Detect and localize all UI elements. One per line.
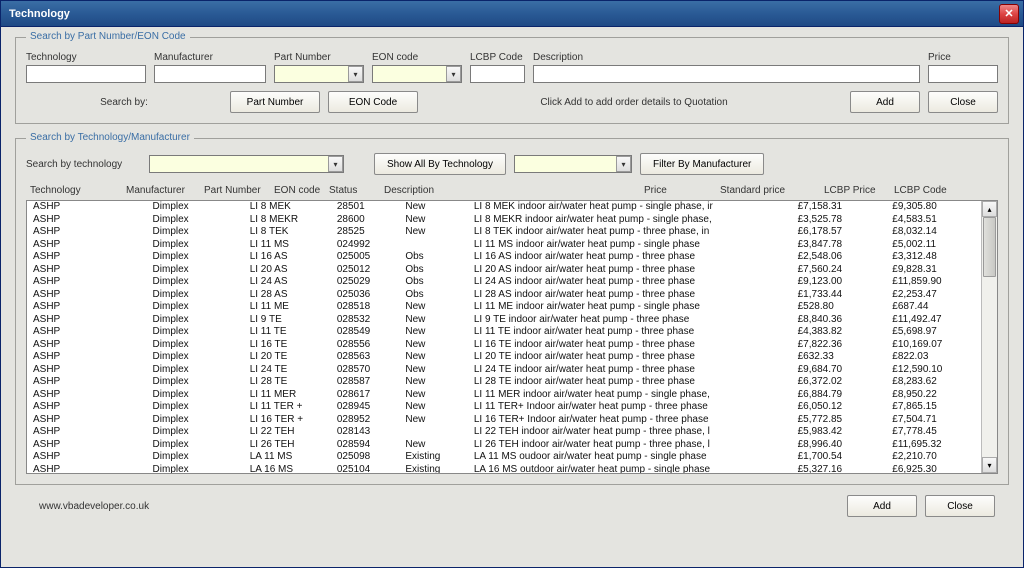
table-row[interactable]: ASHPDimplexLI 24 AS025029ObsLI 24 AS ind…: [27, 276, 981, 289]
chevron-down-icon[interactable]: [446, 66, 461, 82]
lcbpcode-input[interactable]: [470, 65, 525, 83]
table-row[interactable]: ASHPDimplexLI 28 TE028587NewLI 28 TE ind…: [27, 376, 981, 389]
table-row[interactable]: ASHPDimplexLA 11 MS025098ExistingLA 11 M…: [27, 451, 981, 464]
searchby-label: Search by:: [100, 97, 148, 108]
description-input[interactable]: [533, 65, 920, 83]
table-row[interactable]: ASHPDimplexLI 8 MEKR28600NewLI 8 MEKR in…: [27, 214, 981, 227]
table-row[interactable]: ASHPDimplexLI 11 TE028549NewLI 11 TE ind…: [27, 326, 981, 339]
table-row[interactable]: ASHPDimplexLI 22 TEH028143LI 22 TEH indo…: [27, 426, 981, 439]
table-row[interactable]: ASHPDimplexLI 11 MER028617NewLI 11 MER i…: [27, 389, 981, 402]
table-row[interactable]: ASHPDimplexLI 8 TEK28525NewLI 8 TEK indo…: [27, 226, 981, 239]
table-row[interactable]: ASHPDimplexLI 20 AS025012ObsLI 20 AS ind…: [27, 264, 981, 277]
search-partnumber-button[interactable]: Part Number: [230, 91, 320, 113]
searchbytech-label: Search by technology: [26, 159, 141, 170]
partnumber-label: Part Number: [274, 52, 364, 63]
description-label: Description: [533, 52, 920, 63]
col-status: Status: [329, 185, 384, 196]
technology-window: Technology ✕ Search by Part Number/EON C…: [0, 0, 1024, 568]
col-partnumber: Part Number: [204, 185, 274, 196]
technology-combo[interactable]: [149, 155, 344, 173]
search-part-eon-group: Search by Part Number/EON Code Technolog…: [15, 37, 1009, 124]
table-row[interactable]: ASHPDimplexLI 26 TEH028594NewLI 26 TEH i…: [27, 439, 981, 452]
table-row[interactable]: ASHPDimplexLI 11 TER +028945NewLI 11 TER…: [27, 401, 981, 414]
chevron-down-icon[interactable]: [328, 156, 343, 172]
footer-add-button[interactable]: Add: [847, 495, 917, 517]
scroll-up-icon[interactable]: ▴: [982, 201, 997, 217]
table-row[interactable]: ASHPDimplexLI 16 AS025005ObsLI 16 AS ind…: [27, 251, 981, 264]
scroll-thumb[interactable]: [983, 217, 996, 277]
group2-title: Search by Technology/Manufacturer: [26, 132, 194, 143]
table-row[interactable]: ASHPDimplexLI 8 MEK28501NewLI 8 MEK indo…: [27, 201, 981, 214]
table-row[interactable]: ASHPDimplexLI 16 TER +028952NewLI 16 TER…: [27, 414, 981, 427]
col-manufacturer: Manufacturer: [126, 185, 204, 196]
footer-close-button[interactable]: Close: [925, 495, 995, 517]
price-label: Price: [928, 52, 998, 63]
group1-title: Search by Part Number/EON Code: [26, 31, 190, 42]
results-table[interactable]: ASHPDimplexLI 8 MEK28501NewLI 8 MEK indo…: [26, 200, 998, 474]
chevron-down-icon[interactable]: [616, 156, 631, 172]
titlebar[interactable]: Technology ✕: [1, 1, 1023, 27]
search-eoncode-button[interactable]: EON Code: [328, 91, 418, 113]
table-row[interactable]: ASHPDimplexLI 9 TE028532NewLI 9 TE indoo…: [27, 314, 981, 327]
manufacturer-combo[interactable]: [514, 155, 632, 173]
search-tech-mfr-group: Search by Technology/Manufacturer Search…: [15, 138, 1009, 485]
table-row[interactable]: ASHPDimplexLI 11 ME028518NewLI 11 ME ind…: [27, 301, 981, 314]
col-lcbpprice: LCBP Price: [824, 185, 894, 196]
column-headers: Technology Manufacturer Part Number EON …: [26, 183, 998, 200]
table-row[interactable]: ASHPDimplexLI 11 MS024992LI 11 MS indoor…: [27, 239, 981, 252]
showall-button[interactable]: Show All By Technology: [374, 153, 506, 175]
chevron-down-icon[interactable]: [348, 66, 363, 82]
table-row[interactable]: ASHPDimplexLI 24 TE028570NewLI 24 TE ind…: [27, 364, 981, 377]
scrollbar[interactable]: ▴ ▾: [981, 201, 997, 473]
window-title: Technology: [5, 8, 999, 20]
table-row[interactable]: ASHPDimplexLA 16 MS025104ExistingLA 16 M…: [27, 464, 981, 474]
close-icon[interactable]: ✕: [999, 4, 1019, 24]
price-input[interactable]: [928, 65, 998, 83]
technology-input[interactable]: [26, 65, 146, 83]
scroll-down-icon[interactable]: ▾: [982, 457, 997, 473]
footer-link[interactable]: www.vbadeveloper.co.uk: [39, 501, 847, 512]
col-standardprice: Standard price: [720, 185, 824, 196]
manufacturer-label: Manufacturer: [154, 52, 266, 63]
table-row[interactable]: ASHPDimplexLI 20 TE028563NewLI 20 TE ind…: [27, 351, 981, 364]
lcbpcode-label: LCBP Code: [470, 52, 525, 63]
col-lcbpcode: LCBP Code: [894, 185, 954, 196]
table-row[interactable]: ASHPDimplexLI 28 AS025036ObsLI 28 AS ind…: [27, 289, 981, 302]
add-helper-text: Click Add to add order details to Quotat…: [540, 97, 727, 108]
manufacturer-input[interactable]: [154, 65, 266, 83]
technology-label: Technology: [26, 52, 146, 63]
col-price: Price: [644, 185, 720, 196]
table-row[interactable]: ASHPDimplexLI 16 TE028556NewLI 16 TE ind…: [27, 339, 981, 352]
add-button[interactable]: Add: [850, 91, 920, 113]
col-eoncode: EON code: [274, 185, 329, 196]
filter-button[interactable]: Filter By Manufacturer: [640, 153, 764, 175]
close-button[interactable]: Close: [928, 91, 998, 113]
col-description: Description: [384, 185, 644, 196]
eoncode-label: EON code: [372, 52, 462, 63]
col-technology: Technology: [30, 185, 126, 196]
